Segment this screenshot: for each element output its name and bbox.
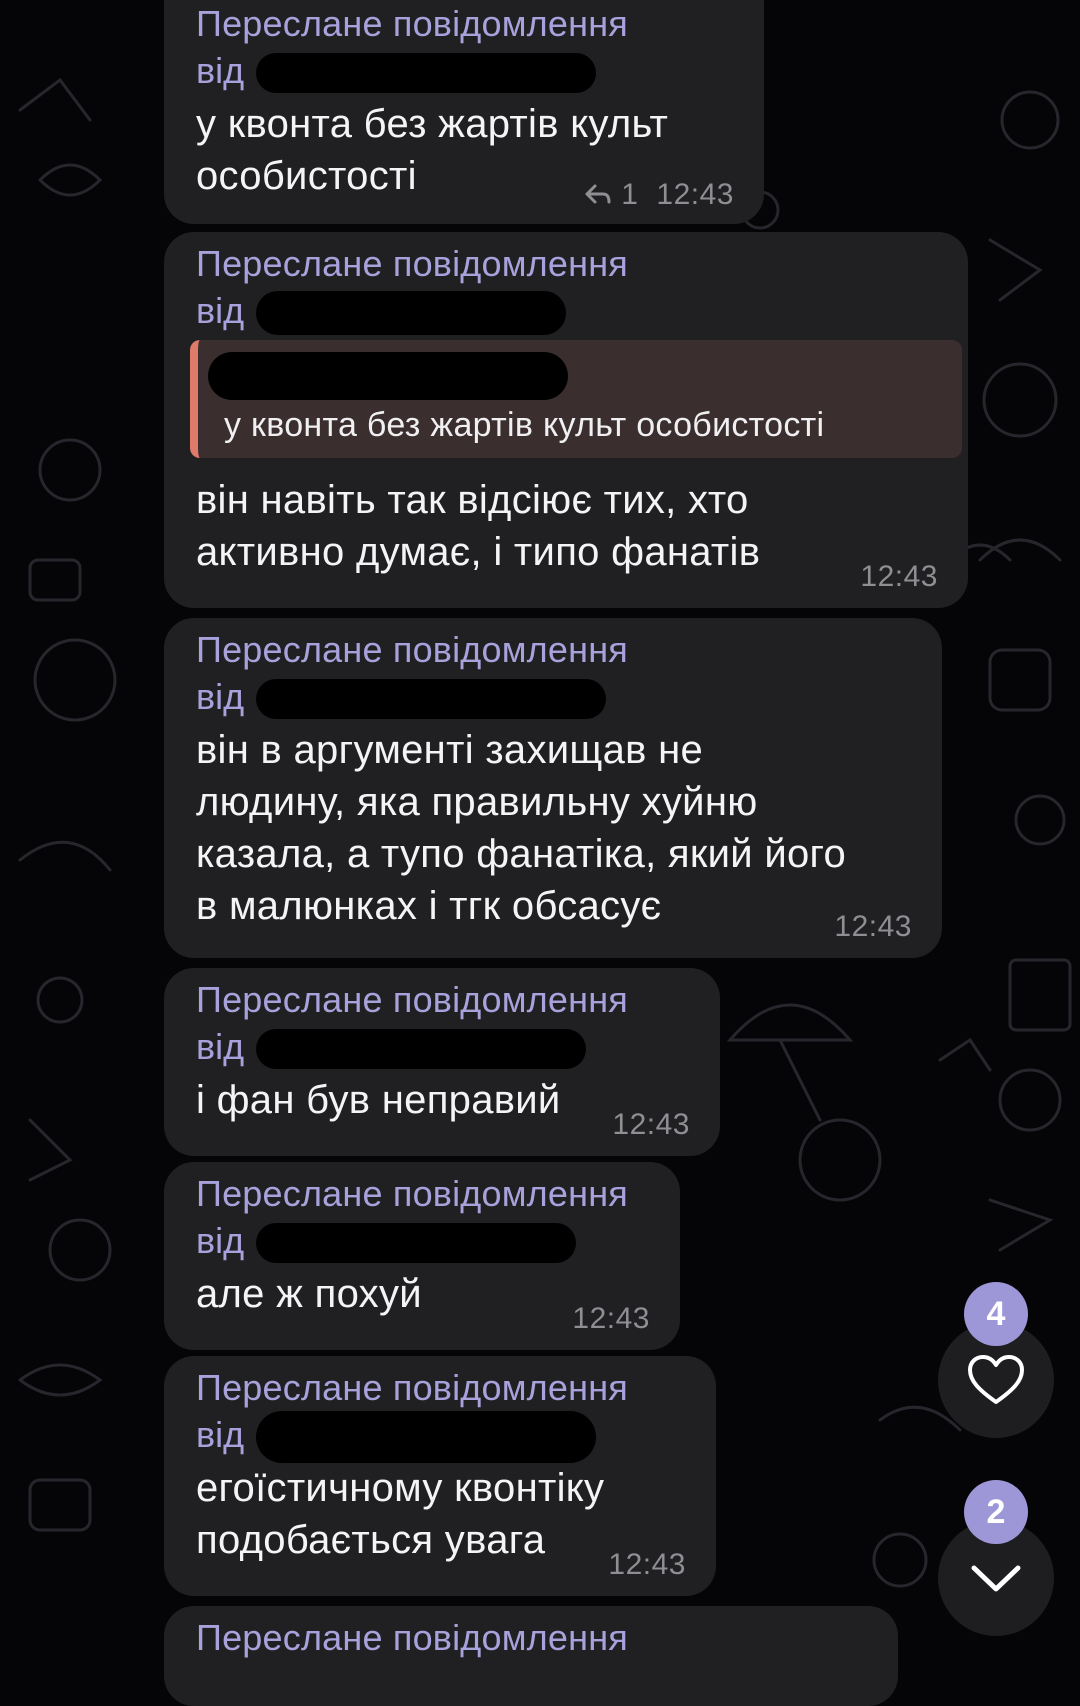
message-meta: 12:43 [612, 1108, 690, 1142]
forwarded-from: від [196, 1411, 684, 1463]
redacted-sender [256, 291, 566, 335]
message-text: він в аргументі захищав не людину, яка п… [196, 728, 847, 928]
chevron-down-icon [971, 1565, 1021, 1592]
forwarded-label: Переслане повідомлення [196, 1617, 628, 1658]
message-time: 12:43 [656, 178, 734, 211]
quoted-text: у квонта без жартів культ особистості [224, 406, 825, 444]
forwarded-from-label: від [196, 1414, 245, 1455]
forwarded-from: від [196, 287, 936, 335]
message-bubble[interactable]: Переслане повідомлення від егоїстичному … [164, 1356, 716, 1596]
heart-icon [968, 1355, 1024, 1404]
message-meta: 1 12:43 [583, 178, 734, 212]
forwarded-from-label: від [196, 50, 245, 91]
forwarded-from-label: від [196, 676, 245, 717]
forwarded-label: Переслане повідомлення [196, 3, 628, 44]
message-time: 12:43 [608, 1548, 686, 1581]
message-bubble[interactable]: Переслане повідомлення від він в аргумен… [164, 618, 942, 958]
forwarded-from: від [196, 1217, 648, 1264]
message-time: 12:43 [572, 1302, 650, 1335]
message-time: 12:43 [834, 910, 912, 943]
forwarded-from: від [196, 1023, 688, 1070]
forwarded-label: Переслане повідомлення [196, 1173, 628, 1214]
message-text: він навіть так відсіює тих, хто активно … [196, 478, 761, 574]
message-meta: 12:43 [834, 910, 912, 944]
redacted-sender [256, 1029, 586, 1069]
forwarded-from-label: від [196, 1026, 245, 1067]
reactions-count-badge: 4 [964, 1282, 1028, 1346]
redacted-sender [256, 1223, 576, 1263]
forwarded-label: Переслане повідомлення [196, 979, 628, 1020]
forwarded-label: Переслане повідомлення [196, 1367, 628, 1408]
unread-count-badge: 2 [964, 1480, 1028, 1544]
message-bubble[interactable]: Переслане повідомлення від у квонта без … [164, 232, 968, 608]
message-meta: 12:43 [572, 1302, 650, 1336]
message-bubble[interactable]: Переслане повідомлення від і фан був неп… [164, 968, 720, 1156]
message-bubble[interactable]: Переслане повідомлення від але ж похуй 1… [164, 1162, 680, 1350]
forwarded-from: від [196, 673, 910, 720]
forwarded-from-label: від [196, 290, 245, 331]
forwarded-label: Переслане повідомлення [196, 243, 628, 284]
reply-arrow-icon [585, 184, 611, 204]
message-bubble[interactable]: Переслане повідомлення [164, 1606, 898, 1706]
forwarded-from-label: від [196, 1220, 245, 1261]
redacted-sender [256, 679, 606, 719]
message-time: 12:43 [612, 1108, 690, 1141]
redacted-sender [256, 53, 596, 93]
redacted-sender [256, 1411, 596, 1463]
message-meta: 12:43 [608, 1548, 686, 1582]
message-meta: 12:43 [860, 560, 938, 594]
message-time: 12:43 [860, 560, 938, 593]
reply-count: 1 [621, 178, 639, 211]
quoted-message[interactable]: у квонта без жартів культ особистості [190, 340, 962, 458]
forwarded-from: від [196, 47, 732, 94]
redacted-quote-author [208, 352, 568, 400]
message-bubble[interactable]: Переслане повідомлення від у квонта без … [164, 0, 764, 224]
forwarded-label: Переслане повідомлення [196, 629, 628, 670]
